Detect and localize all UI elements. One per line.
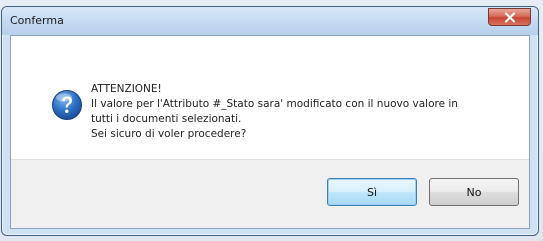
close-icon — [504, 11, 516, 23]
dialog-content: ATTENZIONE! Il valore per l'Attributo #_… — [10, 35, 530, 229]
message-line-3: Sei sicuro di voler procedere? — [91, 128, 247, 140]
message-area: ATTENZIONE! Il valore per l'Attributo #_… — [11, 36, 529, 159]
question-icon — [51, 89, 83, 121]
yes-button[interactable]: Sì — [327, 178, 417, 206]
confirm-dialog: Conferma ATTENZIONE! Il valore per l'Att… — [1, 6, 539, 236]
button-bar: Sì No — [11, 159, 529, 228]
close-button[interactable] — [488, 8, 531, 26]
message-text: ATTENZIONE! Il valore per l'Attributo #_… — [91, 82, 458, 142]
dialog-title: Conferma — [10, 14, 64, 27]
message-line-2: tutti i documenti selezionati. — [91, 113, 242, 125]
no-button[interactable]: No — [429, 178, 519, 206]
title-bar[interactable]: Conferma — [2, 7, 538, 35]
message-line-1: Il valore per l'Attributo #_Stato sara' … — [91, 98, 458, 110]
message-heading: ATTENZIONE! — [91, 83, 162, 95]
